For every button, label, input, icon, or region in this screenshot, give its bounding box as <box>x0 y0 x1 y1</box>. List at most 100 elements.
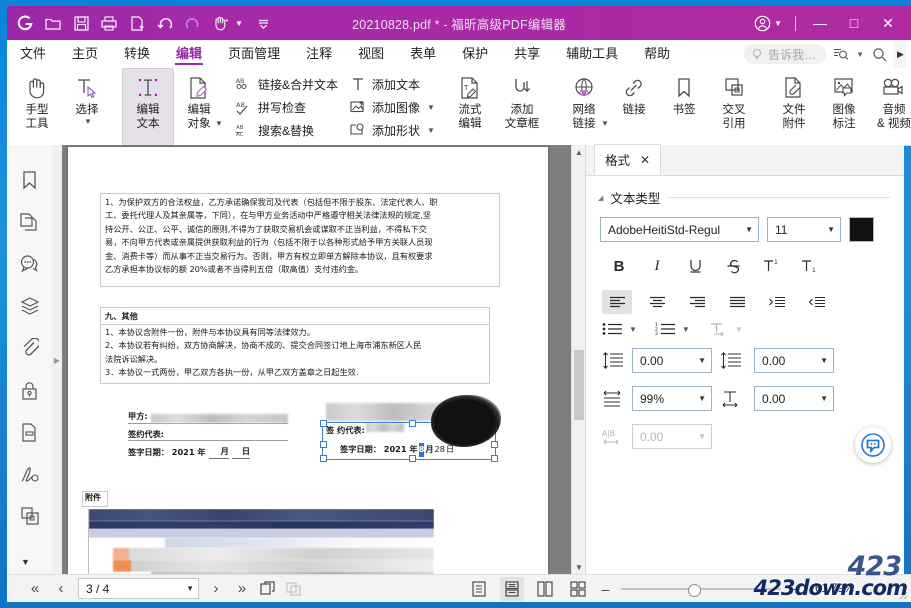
slider-knob[interactable] <box>688 584 701 597</box>
zoom-in-button[interactable]: + <box>790 581 803 597</box>
select-tool-dropdown-caret[interactable]: ▼ <box>84 117 92 126</box>
menu-item-protect[interactable]: 保护 <box>449 40 501 68</box>
edit-object-dropdown-caret[interactable]: ▼ <box>215 119 223 128</box>
signature-block-left[interactable]: 甲方: 签约代表: 签字日期： 2021 年 月 日 <box>128 409 288 459</box>
undo-icon[interactable] <box>156 14 174 32</box>
numbered-list-button[interactable]: 123 ▼ <box>655 322 690 336</box>
file-attachment-button[interactable]: 文件 附件 <box>769 68 819 145</box>
add-image-button[interactable]: 添加图像 ▼ <box>343 97 440 118</box>
close-icon[interactable]: ✕ <box>640 153 650 167</box>
layers-panel-icon[interactable] <box>17 293 43 319</box>
search-icon[interactable] <box>868 43 890 65</box>
bookmark-panel-icon[interactable] <box>17 167 43 193</box>
next-page-button[interactable]: › <box>204 577 228 601</box>
doc-paragraph-1[interactable]: 1、为保护双方的合法权益，乙方承诺确保我司及代表（包括但不限于股东、法定代表人、… <box>100 193 500 287</box>
bold-button[interactable]: B <box>600 252 638 280</box>
zoom-out-button[interactable]: – <box>599 581 612 597</box>
menu-item-share[interactable]: 共享 <box>501 40 553 68</box>
panel-expand-handle[interactable]: ▶ <box>52 145 62 575</box>
signature-block-right[interactable]: 签 约代表: 签字日期： 2021 年 8 月 28 日 <box>326 403 496 457</box>
app-logo-icon[interactable] <box>16 14 34 32</box>
resize-handle-s[interactable] <box>409 455 416 462</box>
add-shape-button[interactable]: 添加形状 ▼ <box>343 120 440 141</box>
document-viewport[interactable]: 1、为保护双方的合法权益，乙方承诺确保我司及代表（包括但不限于股东、法定代表人、… <box>62 145 586 575</box>
select-tool-button[interactable]: 选择 ▼ <box>62 68 112 145</box>
add-shape-dropdown-caret[interactable]: ▼ <box>427 126 435 135</box>
font-size-select[interactable]: 11 ▼ <box>767 217 841 242</box>
reflow-edit-button[interactable]: T 流式 编辑 <box>445 68 495 145</box>
doc-paragraph-2[interactable]: 1、本协议含附件一份，附件与本协议具有同等法律效力。 2、本协议若有纠纷，双方协… <box>100 324 490 384</box>
menu-item-file[interactable]: 文件 <box>7 40 59 68</box>
vertical-scale-select[interactable]: 0.00 ▼ <box>754 386 834 411</box>
tab-format[interactable]: 格式 ✕ <box>594 144 661 175</box>
superscript-button[interactable]: 1 <box>752 252 790 280</box>
collapse-triangle-icon[interactable]: ◢ <box>598 194 603 202</box>
first-page-button[interactable]: « <box>23 577 47 601</box>
two-page-layout-button[interactable] <box>533 577 557 601</box>
bullet-list-button[interactable]: ▼ <box>602 322 637 336</box>
resize-handle-e[interactable] <box>491 441 498 448</box>
advanced-search-icon[interactable] <box>830 43 852 65</box>
close-button[interactable]: ✕ <box>871 8 905 38</box>
subscript-button[interactable]: 1 <box>790 252 828 280</box>
prev-page-button[interactable]: ‹ <box>49 577 73 601</box>
continuous-layout-button[interactable] <box>500 577 524 601</box>
italic-button[interactable]: I <box>638 252 676 280</box>
last-page-button[interactable]: » <box>230 577 254 601</box>
menu-item-view[interactable]: 视图 <box>345 40 397 68</box>
font-family-select[interactable]: AdobeHeitiStd-Regul ▼ <box>600 217 759 242</box>
menu-item-comment[interactable]: 注释 <box>293 40 345 68</box>
fit-page-icon[interactable] <box>256 577 280 601</box>
chevron-down-icon[interactable]: ▼ <box>186 584 194 593</box>
fit-width-icon[interactable] <box>282 577 306 601</box>
add-image-dropdown-caret[interactable]: ▼ <box>427 103 435 112</box>
comments-panel-icon[interactable] <box>17 251 43 277</box>
font-color-swatch[interactable] <box>849 217 874 242</box>
web-link-button[interactable]: 网络 链接 ▼ <box>559 68 609 145</box>
open-icon[interactable] <box>44 14 62 32</box>
redo-icon[interactable] <box>184 14 202 32</box>
resize-handle-se[interactable] <box>491 455 498 462</box>
resize-handle-nw[interactable] <box>320 420 327 427</box>
resize-handle-n[interactable] <box>409 420 416 427</box>
menu-overflow-arrow[interactable]: ▶ <box>894 40 907 68</box>
edit-object-button[interactable]: 编辑 对象 ▼ <box>174 68 224 145</box>
page-number-input[interactable]: 3 / 4 ▼ <box>78 578 199 599</box>
character-spacing-select[interactable]: 0.00 ▼ <box>632 424 712 449</box>
menu-item-page-manage[interactable]: 页面管理 <box>215 40 293 68</box>
create-pdf-icon[interactable] <box>128 14 146 32</box>
doc-attachment-label[interactable]: 附件 <box>82 491 108 507</box>
scrollbar-thumb[interactable] <box>574 350 584 420</box>
two-page-continuous-layout-button[interactable] <box>566 577 590 601</box>
pdf-page[interactable]: 1、为保护双方的合法权益，乙方承诺确保我司及代表（包括但不限于股东、法定代表人、… <box>68 147 548 575</box>
find-replace-button[interactable]: ABAC 搜索&替换 <box>229 120 343 141</box>
menu-item-edit[interactable]: 编辑 <box>163 40 215 68</box>
resize-handle-w[interactable] <box>320 441 327 448</box>
image-annotation-button[interactable]: 图像 标注 <box>819 68 869 145</box>
maximize-button[interactable]: □ <box>837 8 871 38</box>
link-button[interactable]: 链接 <box>609 68 659 145</box>
resize-handle-sw[interactable] <box>320 455 327 462</box>
web-link-dropdown-caret[interactable]: ▼ <box>601 119 609 128</box>
doc-attachment-table[interactable] <box>88 509 434 575</box>
edit-text-button[interactable]: 编辑 文本 <box>122 68 174 146</box>
indent-increase-button[interactable] <box>762 290 792 314</box>
align-center-button[interactable] <box>642 290 672 314</box>
paragraph-spacing-select[interactable]: 0.00 ▼ <box>754 348 834 373</box>
security-panel-icon[interactable] <box>17 377 43 403</box>
link-merge-text-button[interactable]: AB 链接&合并文本 <box>229 74 343 95</box>
print-icon[interactable] <box>100 14 118 32</box>
align-right-button[interactable] <box>682 290 712 314</box>
menu-item-form[interactable]: 表单 <box>397 40 449 68</box>
signature-panel-icon[interactable] <box>17 461 43 487</box>
hand-tool-dropdown-caret[interactable]: ▼ <box>235 19 243 28</box>
chat-support-button[interactable] <box>855 427 891 463</box>
underline-button[interactable] <box>676 252 714 280</box>
hand-tool-button[interactable]: 手型 工具 <box>12 68 62 145</box>
strikethrough-button[interactable] <box>714 252 752 280</box>
document-scrollbar[interactable]: ▲ ▼ <box>571 145 586 575</box>
align-justify-button[interactable] <box>722 290 752 314</box>
cross-reference-button[interactable]: 交叉 引用 <box>709 68 759 145</box>
attachments-panel-icon[interactable] <box>17 335 43 361</box>
menu-item-accessibility[interactable]: 辅助工具 <box>553 40 631 68</box>
